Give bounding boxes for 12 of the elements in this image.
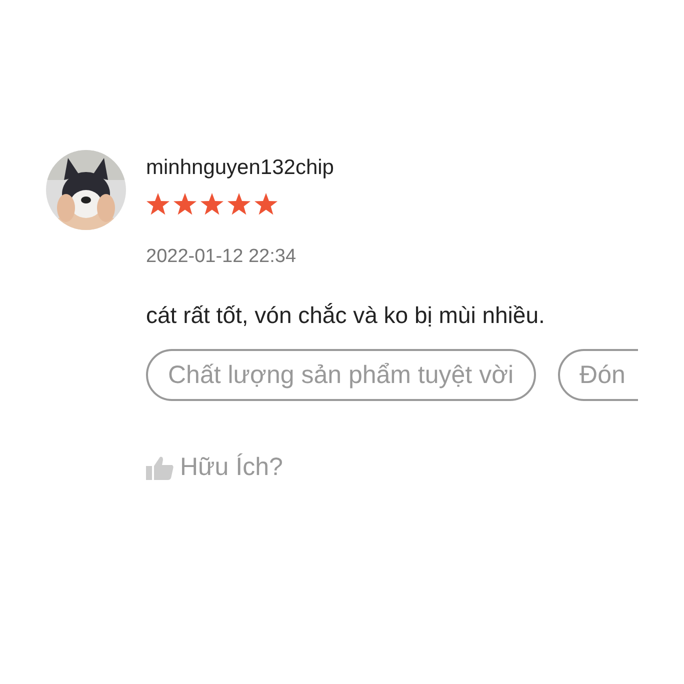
tag-chip[interactable]: Chất lượng sản phẩm tuyệt vời [146, 349, 536, 401]
thumbs-up-icon[interactable] [146, 454, 174, 480]
star-icon [200, 192, 224, 216]
review-date: 2022-01-12 22:34 [146, 246, 298, 268]
helpful-label[interactable]: Hữu Ích? [180, 453, 283, 482]
star-icon [227, 192, 251, 216]
tag-chip[interactable]: Đón [558, 349, 638, 401]
star-icon [173, 192, 197, 216]
username: minhnguyen132chip [146, 156, 335, 180]
review-comment: cát rất tốt, vón chắc và ko bị mùi nhiều. [146, 301, 546, 329]
star-icon [254, 192, 278, 216]
star-icon [146, 192, 170, 216]
